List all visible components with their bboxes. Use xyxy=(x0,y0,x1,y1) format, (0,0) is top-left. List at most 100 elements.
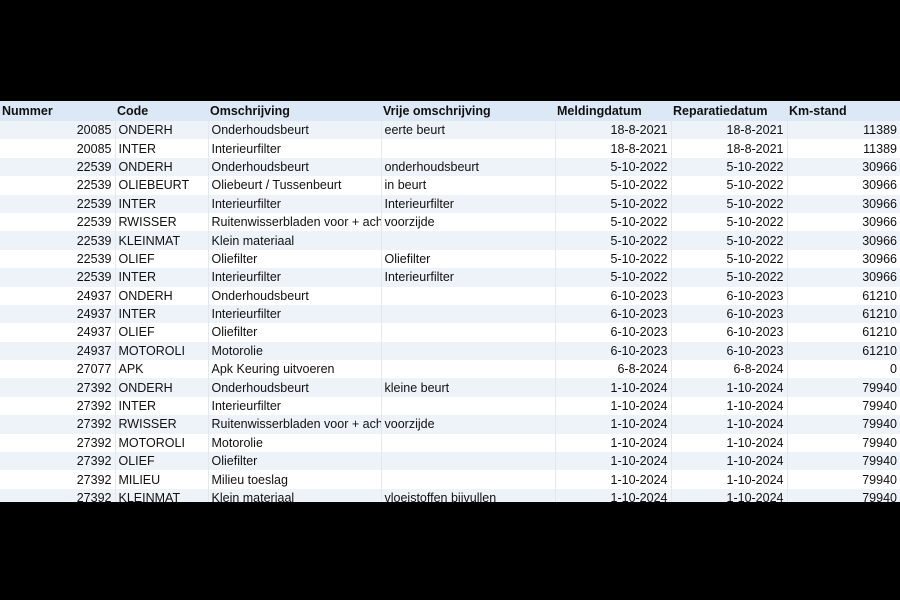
cell-meldingdatum: 5-10-2022 xyxy=(555,176,672,195)
cell-vrije-omschrijving: voorzijde xyxy=(381,212,556,232)
cell-meldingdatum: 1-10-2024 xyxy=(555,433,672,453)
cell-reparatiedatum: 6-10-2023 xyxy=(671,286,788,305)
cell-km-stand: 79940 xyxy=(862,435,897,450)
cell-code: OLIEF xyxy=(115,452,209,471)
cell-vrije-omschrijving: vloeistoffen bijvullen xyxy=(381,488,556,502)
cell-code: KLEINMAT xyxy=(115,488,209,502)
cell-km-stand: 61210 xyxy=(787,304,900,324)
cell-code: ONDERH xyxy=(115,286,209,305)
cell-km-stand: 30966 xyxy=(862,251,897,266)
cell-nummer: 24937 xyxy=(0,341,116,361)
cell-reparatiedatum: 1-10-2024 xyxy=(671,378,788,397)
cell-omschrijving: Interieurfilter xyxy=(208,304,382,324)
cell-omschrijving: Onderhoudsbeurt xyxy=(208,157,382,177)
cell-reparatiedatum: 1-10-2024 xyxy=(671,396,788,416)
cell-omschrijving: Oliebeurt / Tussenbeurt xyxy=(208,176,382,195)
table-row: 24937 INTER Interieurfilter 6-10-2023 6-10-2… xyxy=(0,304,900,324)
cell-km-stand: 30966 xyxy=(787,268,900,287)
cell-reparatiedatum: 18-8-2021 xyxy=(671,139,788,158)
cell-vrije-omschrijving: Oliefilter xyxy=(381,249,556,269)
cell-km-stand: 79940 xyxy=(862,399,897,414)
cell-vrije-omschrijving xyxy=(381,231,556,250)
cell-reparatiedatum: 5-10-2022 xyxy=(671,231,788,250)
cell-omschrijving: Ruitenwisserbladen voor + achter xyxy=(208,415,382,434)
cell-code: APK xyxy=(115,360,209,379)
cell-reparatiedatum: 1-10-2024 xyxy=(671,470,788,489)
cell-reparatiedatum: 5-10-2022 xyxy=(671,194,788,213)
header-nummer: Nummer xyxy=(0,101,115,121)
cell-reparatiedatum: 5-10-2022 xyxy=(671,176,788,195)
cell-nummer: 22539 xyxy=(0,212,116,232)
cell-meldingdatum: 1-10-2024 xyxy=(555,378,672,397)
cell-meldingdatum: 5-10-2022 xyxy=(555,212,672,232)
cell-vrije-omschrijving xyxy=(381,396,556,416)
spreadsheet: Nummer Code Omschrijving Vrije omschrijv… xyxy=(0,101,900,502)
cell-omschrijving: Oliefilter xyxy=(208,323,382,342)
cell-omschrijving: Oliefilter xyxy=(208,249,382,269)
table-row: 22539 OLIEF Oliefilter Oliefilter 5-10-2022 5… xyxy=(0,249,900,269)
header-meldingdatum: Meldingdatum xyxy=(555,101,671,121)
cell-meldingdatum: 18-8-2021 xyxy=(555,139,672,158)
table-row: 27392 MOTOROLI Motorolie 1-10-2024 1-10-2024… xyxy=(0,433,900,453)
cell-nummer: 24937 xyxy=(0,286,116,305)
cell-nummer: 27392 xyxy=(0,433,116,453)
cell-omschrijving: Apk Keuring uitvoeren xyxy=(208,360,382,379)
cell-meldingdatum: 6-10-2023 xyxy=(555,286,672,305)
cell-code: INTER xyxy=(115,194,209,213)
cell-nummer: 20085 xyxy=(0,139,116,158)
cell-km-stand: 30966 xyxy=(787,231,900,250)
header-omschrijving: Omschrijving xyxy=(208,101,381,121)
table-row: 27392 INTER Interieurfilter 1-10-2024 1-10-2… xyxy=(0,396,900,416)
cell-reparatiedatum: 6-10-2023 xyxy=(671,304,788,324)
cell-vrije-omschrijving xyxy=(381,470,556,489)
cell-reparatiedatum: 6-8-2024 xyxy=(671,360,788,379)
cell-vrije-omschrijving xyxy=(381,452,556,471)
table-row: 24937 MOTOROLI Motorolie 6-10-2023 6-10-2023… xyxy=(0,341,900,361)
cell-nummer: 22539 xyxy=(0,157,116,177)
cell-meldingdatum: 1-10-2024 xyxy=(555,488,672,502)
table-row: 27392 MILIEU Milieu toeslag 1-10-2024 1-10-2… xyxy=(0,470,900,489)
header-row: Nummer Code Omschrijving Vrije omschrijv… xyxy=(0,101,900,121)
cell-vrije-omschrijving xyxy=(381,323,556,342)
cell-reparatiedatum: 1-10-2024 xyxy=(671,433,788,453)
cell-code: MOTOROLI xyxy=(115,341,209,361)
cell-code: OLIEBEURT xyxy=(115,176,209,195)
cell-code: ONDERH xyxy=(115,378,209,397)
cell-meldingdatum: 6-8-2024 xyxy=(555,360,672,379)
cell-nummer: 20085 xyxy=(0,121,116,140)
cell-code: INTER xyxy=(115,139,209,158)
maintenance-history-table: Nummer Code Omschrijving Vrije omschrijv… xyxy=(0,101,900,502)
cell-meldingdatum: 5-10-2022 xyxy=(555,157,672,177)
table-row: 22539 INTER Interieurfilter Interieurfilter… xyxy=(0,194,900,213)
cell-meldingdatum: 5-10-2022 xyxy=(555,268,672,287)
cell-km-stand: 30966 xyxy=(787,194,900,213)
cell-nummer: 27392 xyxy=(0,396,116,416)
cell-km-stand: 79940 xyxy=(787,452,900,471)
cell-nummer: 27392 xyxy=(0,415,116,434)
cell-vrije-omschrijving: Interieurfilter xyxy=(381,268,556,287)
cell-vrije-omschrijving: voorzijde xyxy=(381,415,556,434)
cell-km-stand: 30966 xyxy=(862,215,897,230)
header-vrije-omschrijving: Vrije omschrijving xyxy=(381,101,555,121)
cell-vrije-omschrijving: in beurt xyxy=(381,176,556,195)
cell-nummer: 27392 xyxy=(0,470,116,489)
cell-code: KLEINMAT xyxy=(115,231,209,250)
cell-vrije-omschrijving xyxy=(381,341,556,361)
cell-reparatiedatum: 1-10-2024 xyxy=(671,415,788,434)
cell-km-stand: 79940 xyxy=(862,472,897,487)
cell-reparatiedatum: 5-10-2022 xyxy=(671,249,788,269)
cell-km-stand: 61210 xyxy=(787,341,900,361)
cell-nummer: 27392 xyxy=(0,452,116,471)
cell-vrije-omschrijving: onderhoudsbeurt xyxy=(381,157,556,177)
cell-km-stand: 11389 xyxy=(863,141,897,156)
cell-vrije-omschrijving xyxy=(381,304,556,324)
table-row: 27392 ONDERH Onderhoudsbeurt kleine beurt 1-… xyxy=(0,378,900,397)
cell-omschrijving: Onderhoudsbeurt xyxy=(208,286,382,305)
cell-code: OLIEF xyxy=(115,323,209,342)
cell-meldingdatum: 5-10-2022 xyxy=(555,194,672,213)
cell-reparatiedatum: 5-10-2022 xyxy=(671,212,788,232)
cell-km-stand: 11389 xyxy=(787,121,900,140)
cell-meldingdatum: 6-10-2023 xyxy=(555,323,672,342)
cell-vrije-omschrijving: eerte beurt xyxy=(381,121,556,140)
cell-meldingdatum: 18-8-2021 xyxy=(555,121,672,140)
